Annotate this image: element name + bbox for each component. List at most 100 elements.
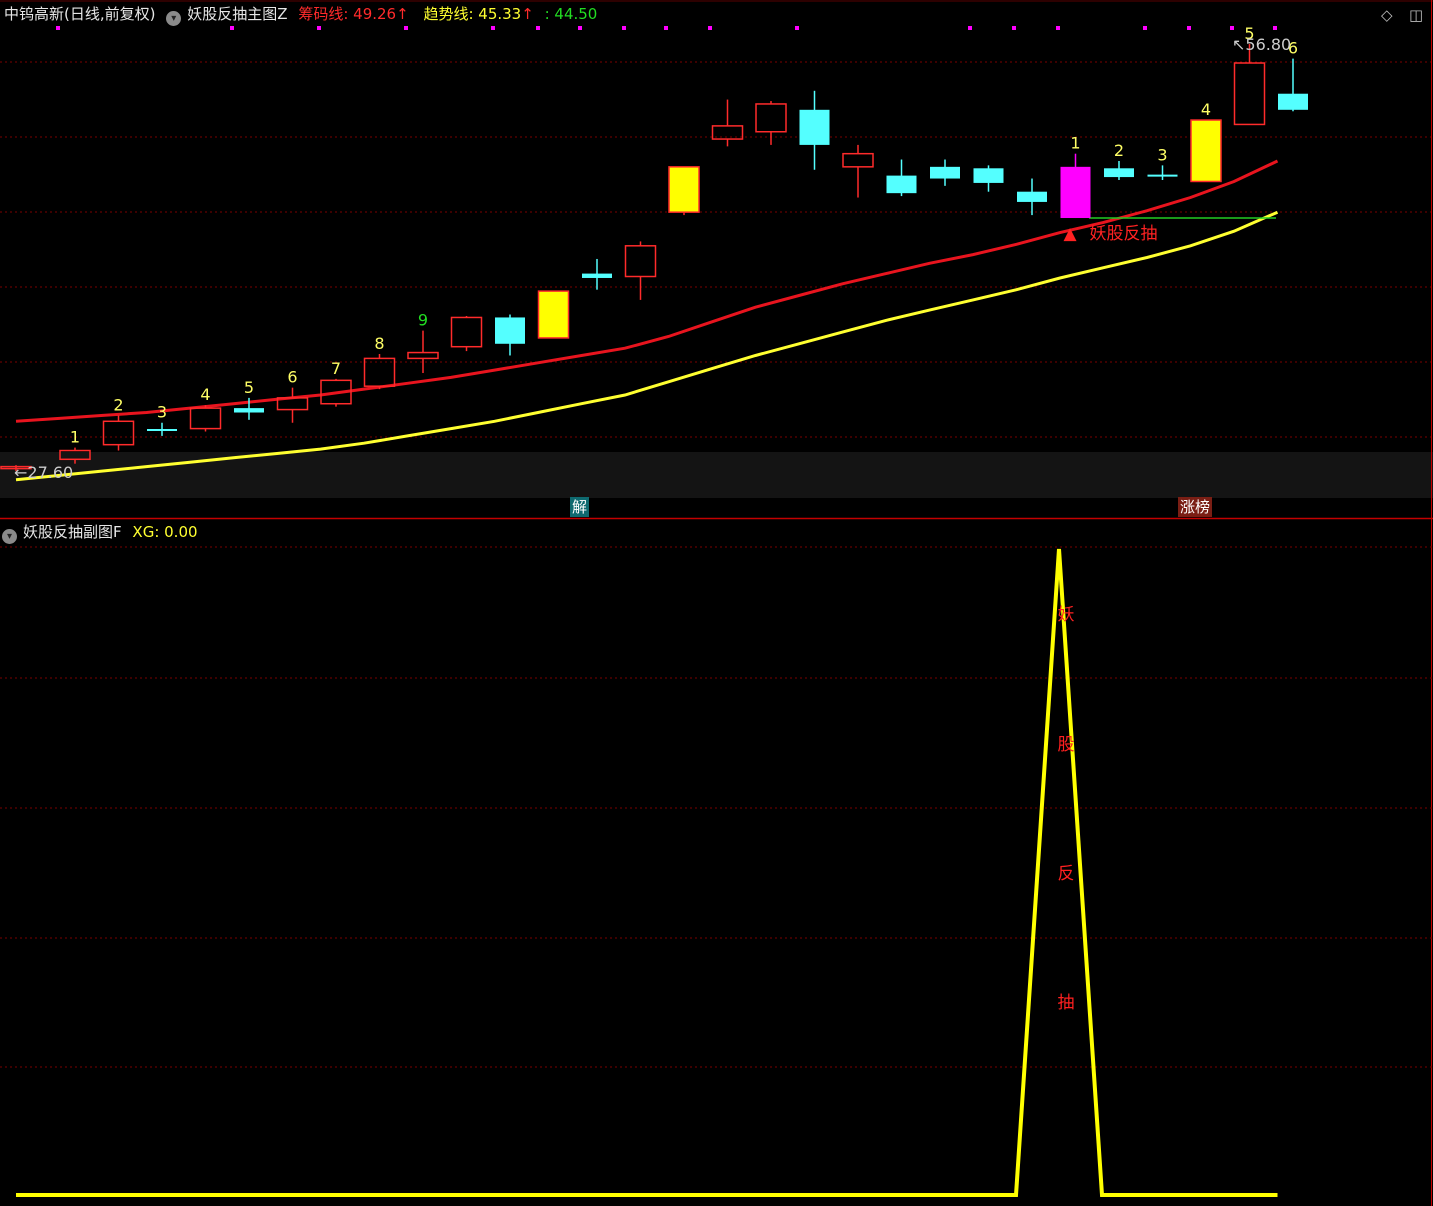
candle bbox=[102, 415, 135, 451]
candle-body bbox=[886, 175, 917, 194]
candle bbox=[886, 159, 917, 197]
main-header: 中钨高新(日线,前复权) ▾ 妖股反抽主图Z 筹码线: 49.26↑ 趋势线: 4… bbox=[4, 0, 603, 28]
xg-series-line bbox=[16, 548, 1278, 1197]
candle-body bbox=[973, 168, 1004, 183]
top-dot bbox=[1230, 26, 1234, 30]
sub-chart: 妖股反抽 bbox=[16, 548, 1278, 1197]
candle bbox=[930, 159, 960, 186]
candle-sequence-tag: 7 bbox=[331, 359, 341, 378]
candle bbox=[1233, 44, 1266, 126]
sub-signal-char: 股 bbox=[1058, 735, 1075, 755]
window-toggle-icon[interactable]: ◫ bbox=[1409, 6, 1423, 24]
top-dot bbox=[664, 26, 668, 30]
candle-sequence-tag: 3 bbox=[1157, 145, 1167, 164]
candle-body bbox=[582, 273, 612, 278]
candle-body bbox=[102, 420, 135, 446]
sub-signal-char: 妖 bbox=[1058, 605, 1075, 625]
top-dot bbox=[1143, 26, 1147, 30]
trend-line-series bbox=[15, 210, 1279, 482]
chart-canvas: 12 34 56 7891 2 3456←27.60↖56.80▲ 妖股反抽 妖股反抽 bbox=[0, 0, 1433, 1206]
candle-body bbox=[407, 351, 439, 360]
candle-body bbox=[189, 407, 222, 430]
sub-indicator-menu-icon[interactable]: ▾ bbox=[2, 529, 17, 544]
candle-body bbox=[799, 109, 830, 145]
candle-body bbox=[842, 152, 874, 168]
candle-body bbox=[450, 316, 483, 348]
candle-body bbox=[1278, 93, 1308, 110]
candle bbox=[276, 387, 309, 423]
candle-sequence-tag: 1 bbox=[70, 428, 80, 447]
candle-body bbox=[1233, 62, 1266, 126]
chip-line-value: 筹码线: 49.26↑ bbox=[298, 5, 408, 23]
candle-body bbox=[668, 166, 700, 213]
candle bbox=[450, 315, 483, 352]
candle-sequence-tag: 3 bbox=[157, 403, 167, 422]
candle-sequence-tag: 8 bbox=[374, 334, 384, 353]
candle bbox=[1190, 119, 1222, 183]
top-dot bbox=[795, 26, 799, 30]
extra-value: : 44.50 bbox=[544, 5, 598, 23]
candle bbox=[363, 354, 396, 390]
sub-header: ▾ 妖股反抽副图F XG: 0.00 bbox=[2, 518, 204, 546]
candle bbox=[1060, 153, 1091, 219]
candle-body bbox=[624, 245, 657, 278]
xg-value: XG: 0.00 bbox=[132, 523, 198, 541]
candle bbox=[1278, 58, 1308, 112]
top-dot bbox=[1187, 26, 1191, 30]
candle bbox=[711, 99, 744, 147]
candle bbox=[668, 166, 700, 216]
signal-triangle-icon: ▲ bbox=[1064, 224, 1078, 244]
trend-line-label: 趋势线: 45.33 bbox=[423, 5, 522, 23]
candle-body bbox=[755, 103, 787, 133]
candle-sequence-tag: 2 bbox=[1114, 141, 1124, 160]
sub-signal-char: 反 bbox=[1058, 864, 1075, 884]
top-dot bbox=[1012, 26, 1016, 30]
candle bbox=[495, 314, 525, 356]
candle bbox=[1147, 165, 1178, 180]
candle bbox=[147, 422, 177, 436]
top-dot bbox=[622, 26, 626, 30]
candle bbox=[189, 405, 222, 432]
trend-line-value: 趋势线: 45.33↑ bbox=[423, 5, 533, 23]
trend-up-arrow: ↑ bbox=[521, 5, 534, 23]
candle-body bbox=[537, 290, 570, 339]
low-price-marker: ←27.60 bbox=[14, 463, 73, 482]
event-zhangbang-label[interactable]: 涨榜 bbox=[1178, 497, 1213, 517]
candle-body bbox=[495, 317, 525, 344]
candle-sequence-tag: 4 bbox=[200, 385, 210, 404]
candle-body bbox=[363, 357, 396, 387]
top-dot bbox=[1056, 26, 1060, 30]
main-indicator-name[interactable]: 妖股反抽主图Z bbox=[187, 5, 287, 23]
candle bbox=[842, 144, 874, 198]
candle-body bbox=[1017, 191, 1047, 202]
candle-body bbox=[1190, 119, 1222, 183]
candle-body bbox=[234, 408, 264, 413]
sub-indicator-name[interactable]: 妖股反抽副图F bbox=[23, 523, 122, 541]
candle bbox=[582, 258, 612, 290]
candle bbox=[799, 90, 830, 170]
sub-signal-char: 抽 bbox=[1058, 993, 1075, 1013]
top-dot bbox=[1273, 26, 1277, 30]
candle-sequence-tag: 1 bbox=[1070, 134, 1080, 153]
stock-title[interactable]: 中钨高新(日线,前复权) bbox=[4, 5, 155, 23]
candle bbox=[755, 101, 787, 145]
candle bbox=[1017, 178, 1047, 216]
event-jie-label[interactable]: 解 bbox=[570, 497, 590, 517]
diamond-icon[interactable]: ◇ bbox=[1381, 6, 1393, 24]
candle-sequence-tag: 4 bbox=[1201, 100, 1211, 119]
candle-body bbox=[1104, 168, 1134, 178]
candle-sequence-tag: 9 bbox=[418, 311, 428, 330]
high-price-marker: ↖56.80 bbox=[1232, 35, 1291, 54]
indicator-menu-icon[interactable]: ▾ bbox=[166, 11, 182, 26]
candle bbox=[537, 290, 570, 339]
candle-sequence-tag: 6 bbox=[287, 368, 297, 387]
candle-body bbox=[1060, 166, 1091, 219]
top-dot bbox=[968, 26, 972, 30]
candle bbox=[407, 330, 439, 374]
top-dot bbox=[708, 26, 712, 30]
candle-sequence-tag: 5 bbox=[244, 378, 254, 397]
candle-sequence-tag: 2 bbox=[113, 395, 123, 414]
chip-line-label: 筹码线: 49.26 bbox=[298, 5, 397, 23]
chip-up-arrow: ↑ bbox=[396, 5, 409, 23]
candle-body bbox=[930, 166, 960, 179]
